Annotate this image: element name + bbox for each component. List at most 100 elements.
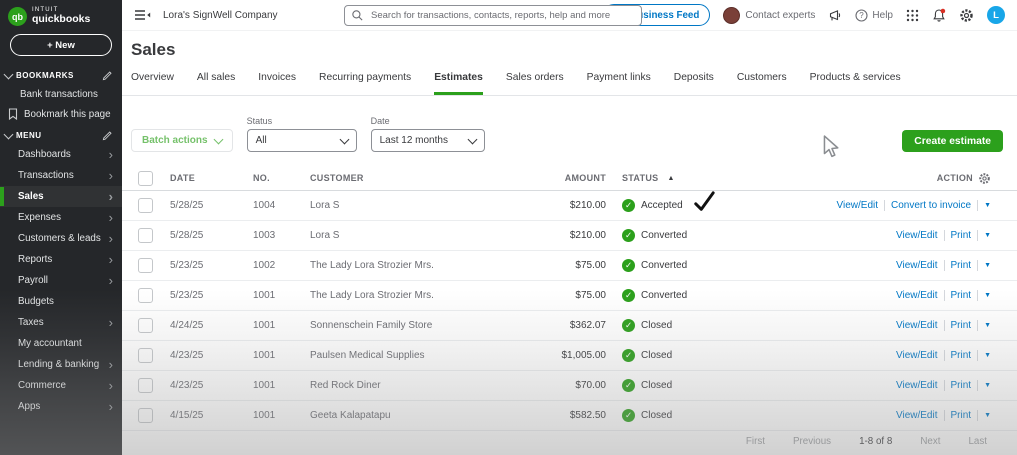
pagination-previous[interactable]: Previous [793, 436, 831, 447]
cell-customer[interactable]: Lora S [310, 230, 516, 241]
edit-pencil-icon[interactable] [102, 70, 113, 81]
cell-customer[interactable]: Sonnenschein Family Store [310, 320, 516, 331]
action-dropdown-icon[interactable]: ▼ [984, 382, 991, 389]
status-filter-value: All [256, 135, 267, 146]
action-dropdown-icon[interactable]: ▼ [984, 352, 991, 359]
tab-invoices[interactable]: Invoices [258, 72, 296, 95]
menu-section-header[interactable]: MENU [0, 124, 122, 144]
cell-date: 5/28/25 [170, 200, 253, 211]
quickbooks-logo[interactable]: qb INTUIT quickbooks [0, 0, 122, 30]
sidebar-item-bookmark-this-page[interactable]: Bookmark this page [0, 104, 122, 124]
tab-recurring-payments[interactable]: Recurring payments [319, 72, 411, 95]
sidebar-item-customers-leads[interactable]: Customers & leads› [0, 228, 122, 249]
feedback-megaphone-icon[interactable] [828, 9, 842, 22]
tab-deposits[interactable]: Deposits [674, 72, 714, 95]
print-link[interactable]: Print [951, 350, 972, 361]
batch-actions-button[interactable]: Batch actions [131, 129, 233, 152]
cell-customer[interactable]: Paulsen Medical Supplies [310, 350, 516, 361]
row-checkbox[interactable] [138, 198, 153, 213]
create-estimate-button[interactable]: Create estimate [902, 130, 1003, 152]
view-edit-link[interactable]: View/Edit [896, 380, 938, 391]
view-edit-link[interactable]: View/Edit [896, 350, 938, 361]
help-button[interactable]: ? Help [855, 9, 893, 22]
apps-grid-icon[interactable] [906, 9, 919, 22]
print-link[interactable]: Print [951, 380, 972, 391]
view-edit-link[interactable]: View/Edit [896, 410, 938, 421]
sidebar-item-payroll[interactable]: Payroll› [0, 270, 122, 291]
date-filter-value: Last 12 months [380, 135, 448, 146]
tab-products-services[interactable]: Products & services [810, 72, 901, 95]
header-no[interactable]: NO. [253, 173, 310, 183]
status-filter-select[interactable]: All [247, 129, 357, 152]
view-edit-link[interactable]: View/Edit [896, 290, 938, 301]
sidebar-item-lending-banking[interactable]: Lending & banking› [0, 354, 122, 375]
pagination-last[interactable]: Last [968, 436, 987, 447]
global-search[interactable] [344, 5, 642, 26]
tab-overview[interactable]: Overview [131, 72, 174, 95]
bookmarks-section-header[interactable]: BOOKMARKS [0, 64, 122, 84]
profile-avatar[interactable]: L [987, 6, 1005, 24]
print-link[interactable]: Print [951, 320, 972, 331]
table-settings-gear-icon[interactable] [978, 172, 991, 185]
row-checkbox[interactable] [138, 258, 153, 273]
sidebar-item-bank-transactions[interactable]: Bank transactions [0, 84, 122, 104]
tab-sales-orders[interactable]: Sales orders [506, 72, 564, 95]
tab-payment-links[interactable]: Payment links [587, 72, 651, 95]
cell-customer[interactable]: Geeta Kalapatapu [310, 410, 516, 421]
cell-customer[interactable]: The Lady Lora Strozier Mrs. [310, 260, 516, 271]
sidebar-item-reports[interactable]: Reports› [0, 249, 122, 270]
row-checkbox[interactable] [138, 348, 153, 363]
tab-all-sales[interactable]: All sales [197, 72, 235, 95]
pagination-next[interactable]: Next [920, 436, 940, 447]
sidebar-item-commerce[interactable]: Commerce› [0, 375, 122, 396]
company-name[interactable]: Lora's SignWell Company [163, 10, 278, 21]
settings-gear-icon[interactable] [959, 8, 974, 23]
sidebar-item-expenses[interactable]: Expenses› [0, 207, 122, 228]
row-checkbox[interactable] [138, 228, 153, 243]
action-dropdown-icon[interactable]: ▼ [984, 262, 991, 269]
sidebar-item-dashboards[interactable]: Dashboards› [0, 144, 122, 165]
tab-estimates[interactable]: Estimates [434, 72, 483, 95]
sidebar-item-sales[interactable]: Sales› [0, 186, 122, 207]
row-checkbox[interactable] [138, 378, 153, 393]
convert-to-invoice-link[interactable]: Convert to invoice [891, 200, 971, 211]
view-edit-link[interactable]: View/Edit [837, 200, 879, 211]
print-link[interactable]: Print [951, 290, 972, 301]
header-status[interactable]: STATUS ▲ [606, 173, 776, 183]
action-dropdown-icon[interactable]: ▼ [984, 202, 991, 209]
print-link[interactable]: Print [951, 230, 972, 241]
notifications-bell-icon[interactable] [932, 8, 946, 23]
sidebar-item-transactions[interactable]: Transactions› [0, 165, 122, 186]
print-link[interactable]: Print [951, 260, 972, 271]
sidebar-item-taxes[interactable]: Taxes› [0, 312, 122, 333]
edit-pencil-icon[interactable] [102, 130, 113, 141]
view-edit-link[interactable]: View/Edit [896, 260, 938, 271]
row-checkbox[interactable] [138, 288, 153, 303]
sidebar-item-budgets[interactable]: Budgets [0, 291, 122, 312]
row-checkbox[interactable] [138, 408, 153, 423]
sidebar-item-my-accountant[interactable]: My accountant [0, 333, 122, 354]
sidebar-item-apps[interactable]: Apps› [0, 396, 122, 417]
header-amount[interactable]: AMOUNT [516, 173, 606, 183]
print-link[interactable]: Print [951, 410, 972, 421]
new-button[interactable]: + New [10, 34, 112, 56]
action-dropdown-icon[interactable]: ▼ [984, 412, 991, 419]
sidebar-toggle-icon[interactable] [134, 9, 151, 21]
contact-experts-button[interactable]: Contact experts [723, 7, 815, 24]
action-dropdown-icon[interactable]: ▼ [984, 322, 991, 329]
cell-customer[interactable]: The Lady Lora Strozier Mrs. [310, 290, 516, 301]
cell-customer[interactable]: Red Rock Diner [310, 380, 516, 391]
select-all-checkbox[interactable] [138, 171, 153, 186]
tab-customers[interactable]: Customers [737, 72, 787, 95]
view-edit-link[interactable]: View/Edit [896, 230, 938, 241]
action-dropdown-icon[interactable]: ▼ [984, 232, 991, 239]
pagination-first[interactable]: First [746, 436, 765, 447]
header-customer[interactable]: CUSTOMER [310, 173, 516, 183]
cell-customer[interactable]: Lora S [310, 200, 516, 211]
date-filter-select[interactable]: Last 12 months [371, 129, 485, 152]
view-edit-link[interactable]: View/Edit [896, 320, 938, 331]
search-input[interactable] [369, 9, 634, 22]
header-date[interactable]: DATE [170, 173, 253, 183]
action-dropdown-icon[interactable]: ▼ [984, 292, 991, 299]
row-checkbox[interactable] [138, 318, 153, 333]
